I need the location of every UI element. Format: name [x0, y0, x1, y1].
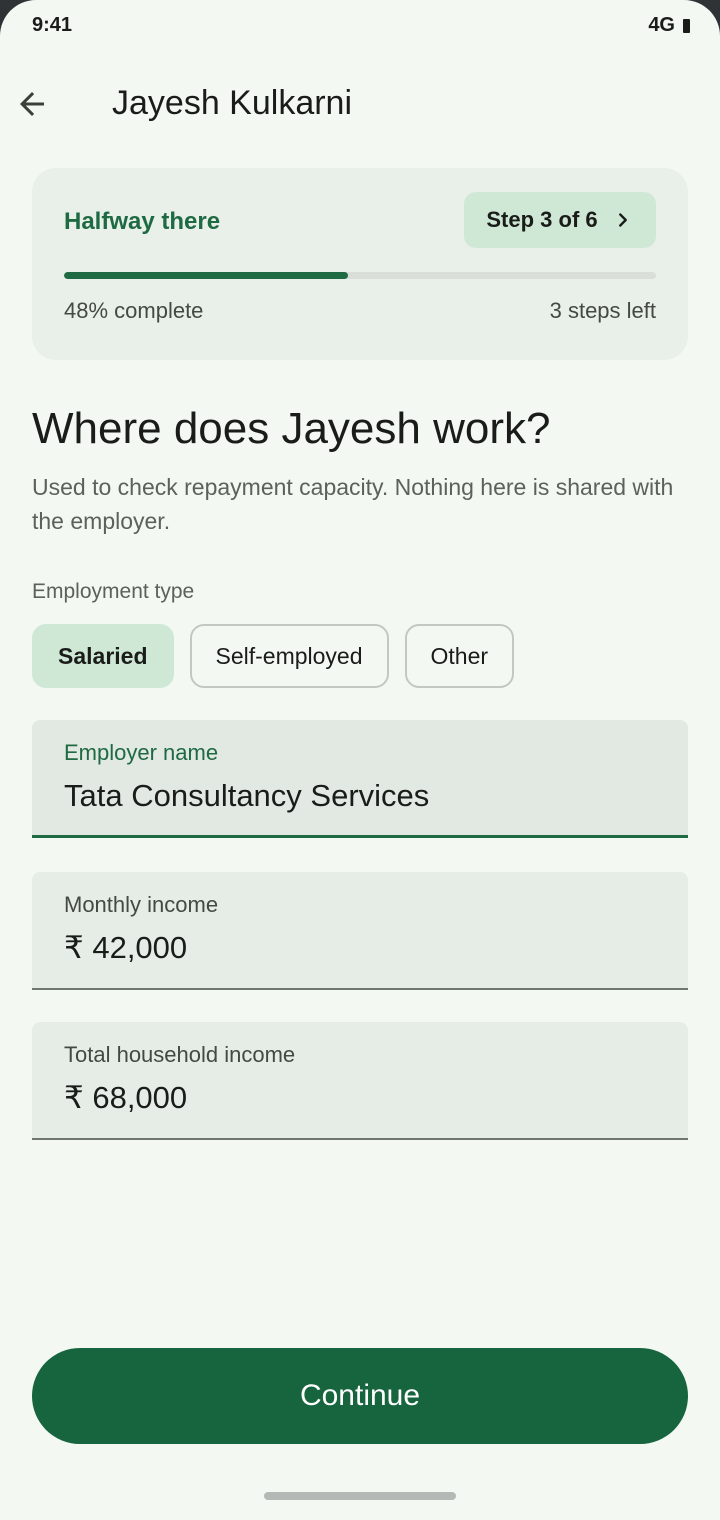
back-button[interactable] — [6, 78, 58, 130]
status-indicators: 4G — [648, 14, 690, 37]
page-title: Jayesh Kulkarni — [112, 84, 353, 122]
monthly-income-label: Monthly income — [64, 892, 219, 917]
chip-self-employed[interactable]: Self-employed — [189, 624, 389, 688]
chip-other[interactable]: Other — [404, 624, 515, 688]
arrow-left-icon — [20, 92, 44, 116]
steps-left: 3 steps left — [549, 298, 656, 323]
monthly-income-field[interactable]: Monthly income ₹ 42,000 — [32, 872, 688, 990]
status-time: 9:41 — [32, 14, 73, 36]
progress-heading: Halfway there — [64, 208, 221, 235]
progress-bar — [64, 272, 656, 279]
employer-name-label: Employer name — [64, 740, 219, 765]
household-income-label: Total household income — [64, 1042, 296, 1067]
question-title: Where does Jayesh work? — [32, 404, 551, 453]
progress-card: Halfway there Step 3 of 6 48% complete 3… — [32, 168, 688, 360]
app-bar: Jayesh Kulkarni — [0, 62, 720, 146]
progress-bar-fill — [64, 272, 349, 279]
battery-icon — [683, 18, 690, 33]
step-chip[interactable]: Step 3 of 6 — [464, 192, 656, 248]
continue-button[interactable]: Continue — [32, 1348, 688, 1444]
app-screen: 9:41 4G Jayesh Kulkarni Halfway there St… — [0, 0, 720, 1520]
network-indicator: 4G — [648, 14, 675, 36]
progress-percent: 48% complete — [64, 298, 204, 323]
home-indicator[interactable] — [264, 1492, 456, 1500]
employment-type-label: Employment type — [32, 580, 195, 603]
household-income-value: ₹ 68,000 — [64, 1080, 188, 1115]
household-income-field[interactable]: Total household income ₹ 68,000 — [32, 1022, 688, 1140]
chevron-right-icon — [618, 213, 627, 227]
employer-name-value: Tata Consultancy Services — [64, 778, 430, 813]
monthly-income-value: ₹ 42,000 — [64, 930, 188, 965]
chip-salaried[interactable]: Salaried — [32, 624, 174, 688]
status-bar: 9:41 4G — [0, 0, 720, 52]
step-label: Step 3 of 6 — [486, 207, 598, 232]
employer-name-field[interactable]: Employer name Tata Consultancy Services — [32, 720, 688, 838]
employment-type-chips: Salaried Self-employed Other — [32, 624, 515, 688]
question-helper: Used to check repayment capacity. Nothin… — [32, 474, 674, 534]
